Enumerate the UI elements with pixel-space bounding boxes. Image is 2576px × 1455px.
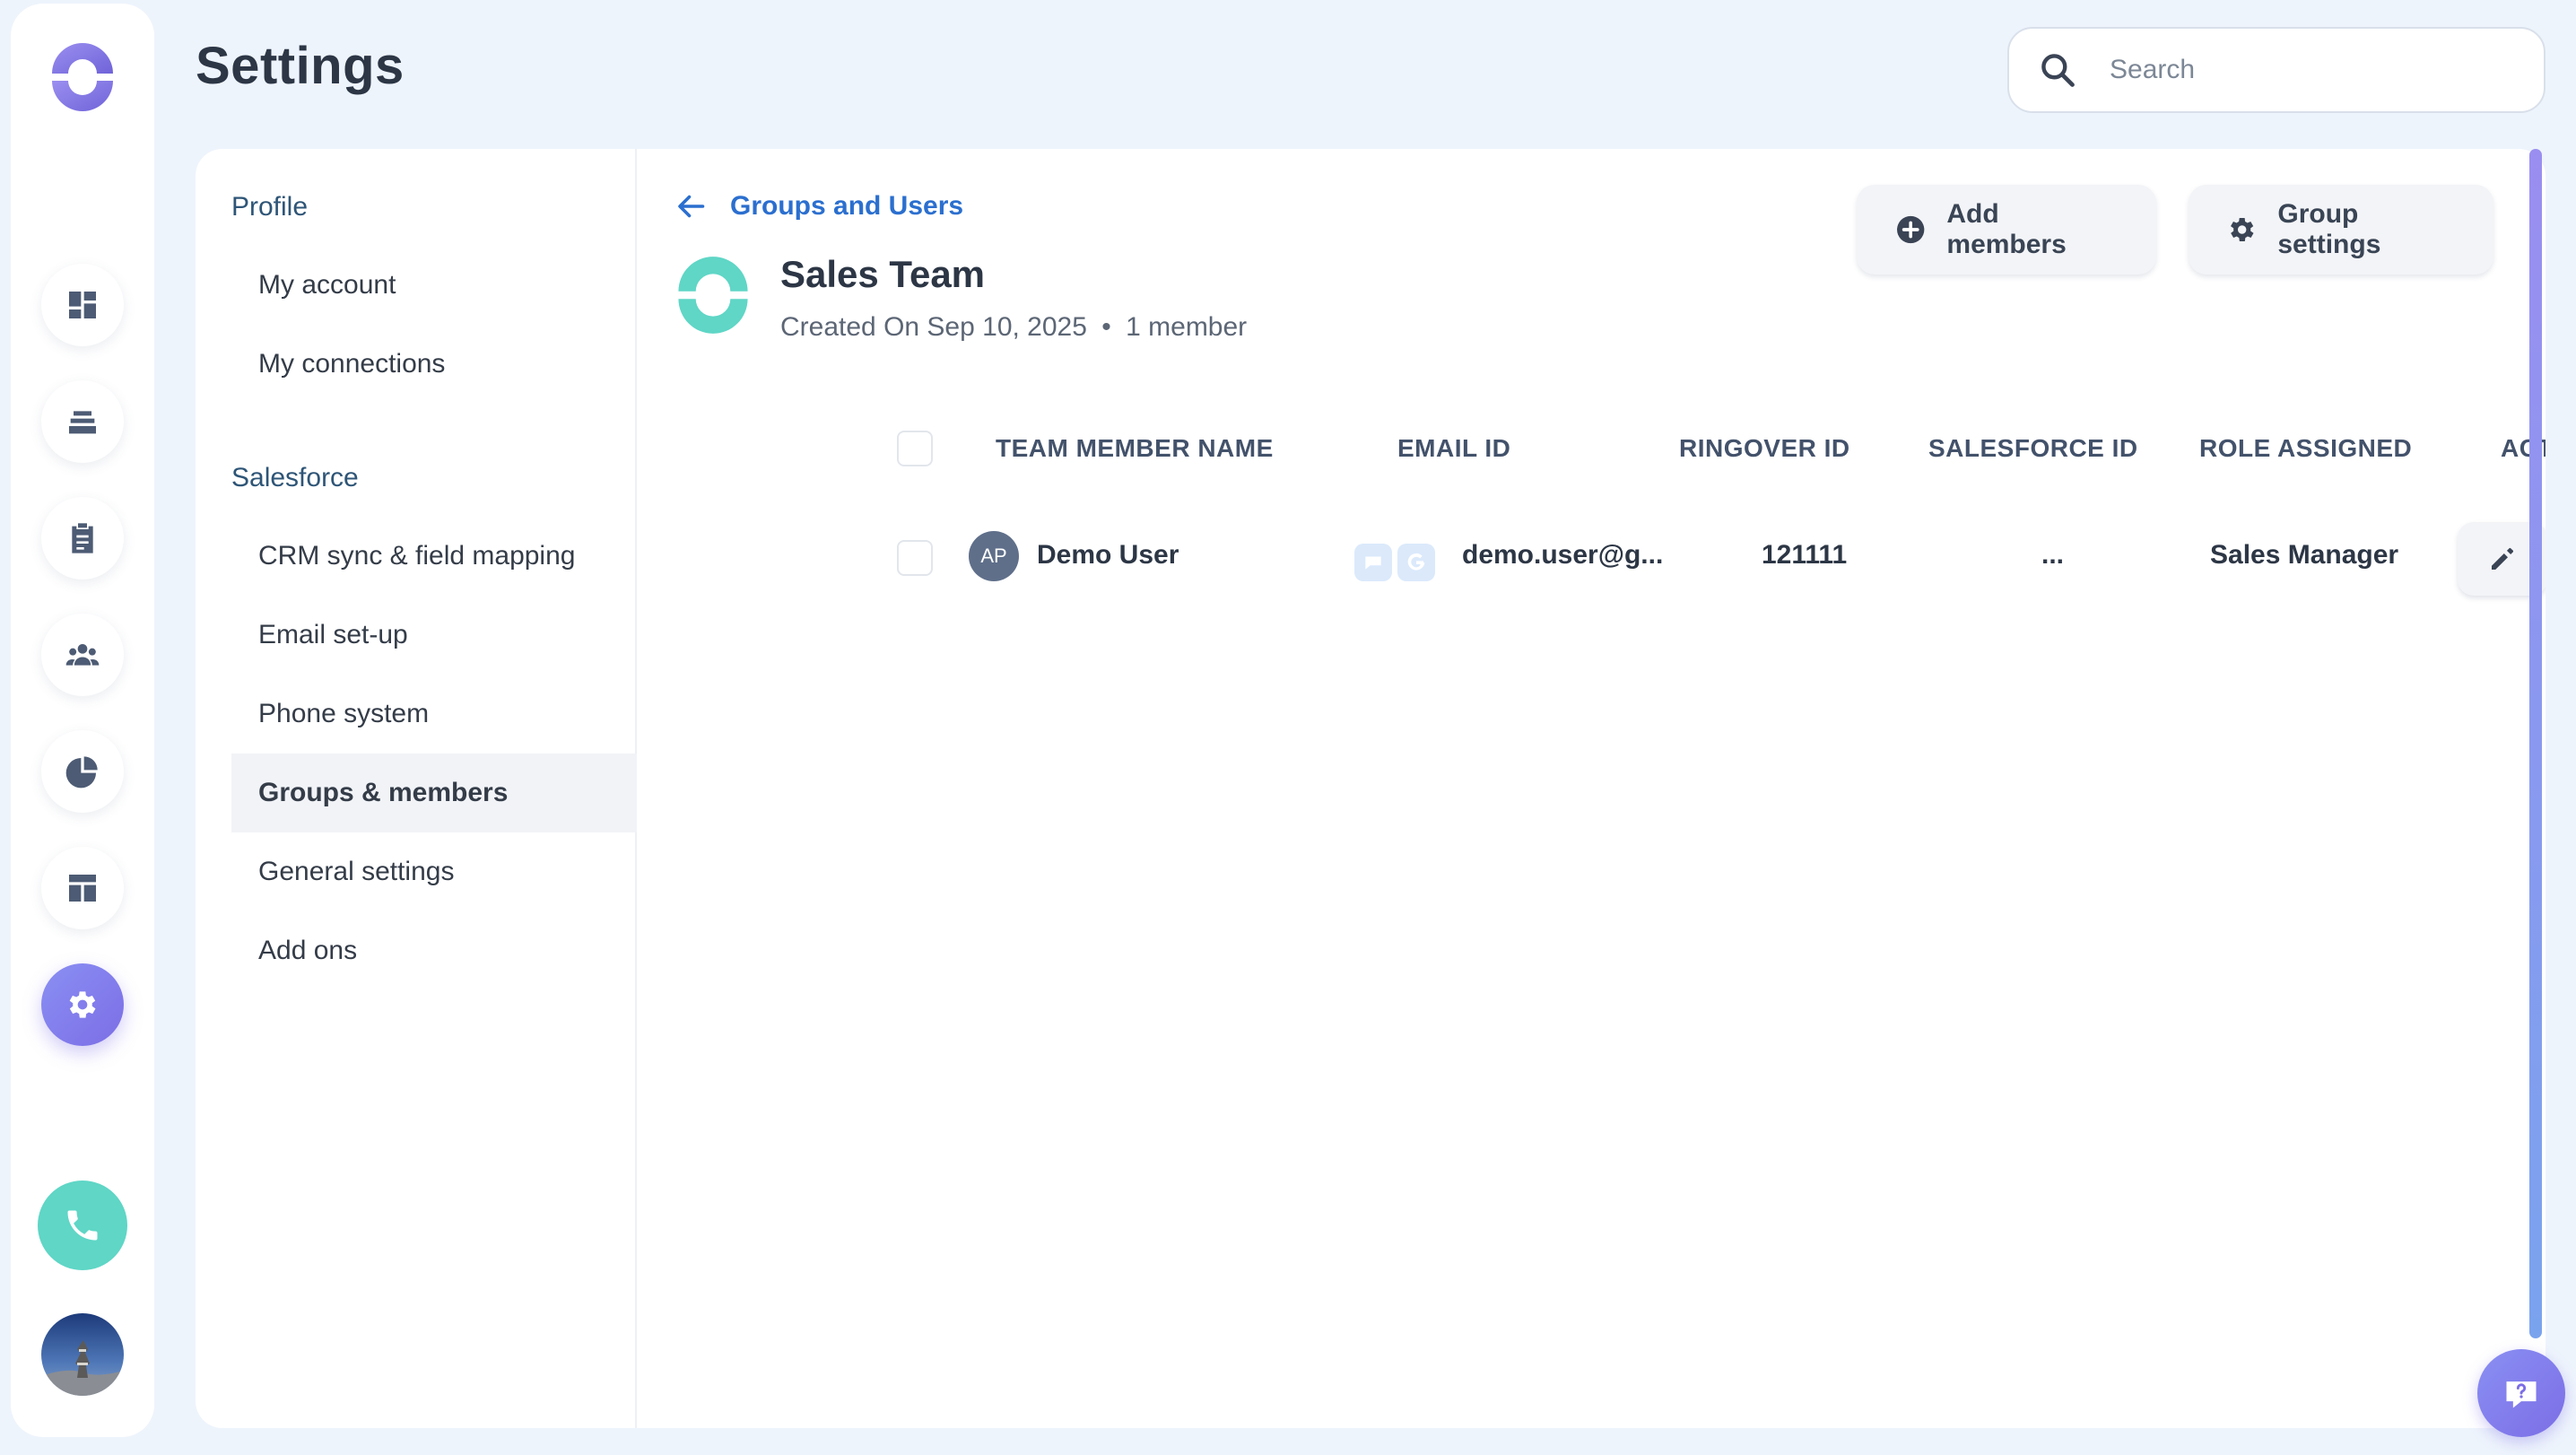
templates-icon	[69, 875, 96, 902]
pencil-icon	[2492, 548, 2513, 570]
row-checkbox[interactable]	[897, 540, 933, 576]
menu-item-phone-system[interactable]: Phone system	[231, 675, 637, 754]
people-nav-button[interactable]	[41, 614, 124, 696]
user-avatar[interactable]	[41, 1313, 124, 1396]
settings-icon	[69, 991, 96, 1018]
google-badge-icon	[1397, 544, 1435, 581]
meta-separator: •	[1101, 312, 1111, 342]
settings-menu: Profile My account My connections Salesf…	[196, 149, 637, 1428]
member-count: 1 member	[1126, 312, 1248, 342]
menu-item-general-settings[interactable]: General settings	[231, 832, 637, 911]
cadence-nav-button[interactable]	[41, 380, 124, 463]
search-input[interactable]	[2110, 55, 2504, 85]
menu-item-add-ons[interactable]: Add ons	[231, 911, 637, 990]
profile-photo-icon	[41, 1313, 124, 1396]
add-members-button[interactable]: Add members	[1857, 185, 2156, 274]
reports-nav-button[interactable]	[41, 730, 124, 813]
member-salesforce-id: ...	[2041, 540, 2065, 570]
menu-item-my-connections[interactable]: My connections	[231, 325, 637, 404]
menu-item-email-setup[interactable]: Email set-up	[231, 596, 637, 675]
team-meta: Created On Sep 10, 2025 • 1 member	[780, 312, 1247, 343]
gear-icon	[2231, 218, 2254, 241]
member-ringover-id: 121111	[1762, 540, 1848, 570]
tasks-nav-button[interactable]	[41, 497, 124, 579]
back-link[interactable]: Groups and Users	[674, 190, 963, 222]
created-date: Created On Sep 10, 2025	[780, 312, 1087, 342]
phone-dialer-button[interactable]	[38, 1181, 127, 1270]
phone-icon	[67, 1210, 98, 1241]
plus-circle-icon	[1897, 215, 1925, 244]
col-salesforce-id: SALESFORCE ID	[1928, 434, 2138, 462]
search-box[interactable]	[2007, 27, 2546, 113]
left-rail	[11, 4, 154, 1437]
group-settings-label: Group settings	[2277, 199, 2381, 259]
select-all-checkbox[interactable]	[897, 431, 933, 466]
arrow-left-icon	[678, 195, 705, 218]
search-icon	[2041, 54, 2075, 87]
member-email: demo.user@g...	[1462, 540, 1664, 570]
page-title: Settings	[196, 37, 405, 95]
help-chat-button[interactable]	[2477, 1349, 2565, 1437]
reports-icon	[65, 756, 98, 788]
team-name: Sales Team	[780, 253, 986, 295]
content-scrollbar[interactable]	[2529, 149, 2542, 1338]
chat-badge-icon	[1354, 544, 1392, 581]
group-settings-button[interactable]: Group settings	[2189, 185, 2493, 274]
people-icon	[65, 644, 100, 666]
member-role: Sales Manager	[2210, 540, 2399, 570]
menu-section-profile: Profile	[231, 192, 309, 222]
tasks-icon	[72, 523, 93, 553]
menu-item-my-account[interactable]: My account	[231, 246, 637, 325]
menu-item-crm-sync[interactable]: CRM sync & field mapping	[231, 517, 637, 596]
help-chat-icon	[2506, 1381, 2537, 1408]
menu-item-groups-members[interactable]: Groups & members	[231, 754, 637, 832]
team-logo-icon	[678, 257, 748, 334]
add-members-label: Add members	[1946, 199, 2067, 259]
dashboard-nav-button[interactable]	[41, 264, 124, 346]
menu-section-salesforce: Salesforce	[231, 463, 359, 492]
col-email-id: EMAIL ID	[1397, 434, 1511, 462]
member-name: Demo User	[1037, 540, 1179, 570]
settings-card: Profile My account My connections Salesf…	[196, 149, 2546, 1428]
member-avatar: AP	[969, 531, 1019, 581]
templates-nav-button[interactable]	[41, 847, 124, 929]
group-detail: Groups and Users Sales Team Created On S…	[639, 149, 2546, 1428]
col-role-assigned: ROLE ASSIGNED	[2199, 434, 2413, 462]
col-ringover-id: RINGOVER ID	[1679, 434, 1850, 462]
cadence-icon	[69, 411, 96, 434]
dashboard-icon	[69, 292, 96, 318]
col-team-member-name: TEAM MEMBER NAME	[996, 434, 1274, 462]
back-link-label: Groups and Users	[730, 191, 964, 221]
logo-icon[interactable]	[45, 39, 120, 115]
settings-nav-button[interactable]	[41, 963, 124, 1046]
